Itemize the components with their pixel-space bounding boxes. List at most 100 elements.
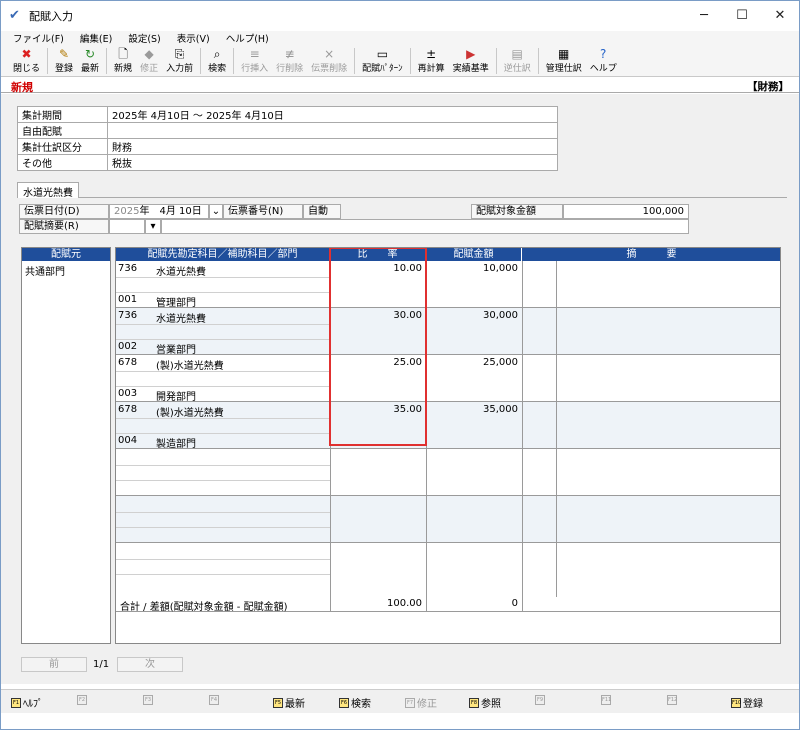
dest-grid: 配賦先勘定科目／補助科目／部門 比 率 配賦金額 摘 要 736 水道光熱費 0… bbox=[115, 247, 781, 644]
prev-input-icon: ⎘ bbox=[174, 47, 185, 61]
dept-code: 003 bbox=[118, 388, 138, 399]
row-divider bbox=[116, 480, 330, 481]
dept-name: 開発部門 bbox=[156, 392, 196, 403]
prev-input-button[interactable]: ⎘ 入力前 bbox=[162, 45, 197, 76]
row-divider bbox=[116, 527, 330, 528]
help-button[interactable]: ? ヘルプ bbox=[586, 45, 621, 76]
dept-name: 営業部門 bbox=[156, 345, 196, 356]
summary-list-button[interactable]: ▾ bbox=[145, 219, 161, 234]
actual-button[interactable]: ▶ 実績基準 bbox=[449, 45, 493, 76]
column-divider bbox=[522, 261, 523, 598]
function-key-bar: F1 ﾍﾙﾌﾟ F2 F3 F4 F5 最新 F6 検索 F7 修正 F8 参照 F9 F… bbox=[1, 689, 799, 713]
close-button[interactable]: ✖ 閉じる bbox=[9, 45, 44, 76]
new-button[interactable]: 🗋 新規 bbox=[110, 45, 136, 76]
summary-text-field[interactable] bbox=[161, 219, 689, 234]
tab-utilities[interactable]: 水道光熱費 bbox=[17, 182, 79, 199]
f8-reference-key[interactable]: F8 参照 bbox=[469, 695, 501, 710]
minimize-button[interactable]: ─ bbox=[685, 1, 723, 31]
dest-header: 配賦先勘定科目／補助科目／部門 bbox=[116, 248, 330, 261]
recalc-button[interactable]: ± 再計算 bbox=[414, 45, 449, 76]
target-amount-value: 100,000 bbox=[563, 204, 689, 219]
column-divider bbox=[426, 597, 427, 612]
row-divider bbox=[116, 386, 330, 387]
f11-key[interactable]: F11 bbox=[601, 695, 613, 705]
menu-view[interactable]: 表示(V) bbox=[177, 31, 210, 45]
tab-strip: 水道光熱費 bbox=[17, 182, 787, 199]
f1-help-key[interactable]: F1 ﾍﾙﾌﾟ bbox=[11, 695, 43, 710]
dept-code: 001 bbox=[118, 294, 138, 305]
edit-button[interactable]: ◆ 修正 bbox=[136, 45, 162, 76]
date-dropdown-button[interactable]: ⌄ bbox=[209, 204, 223, 219]
info-table: 集計期間 2025年 4月10日 ～ 2025年 4月10日 自由配賦 集計仕訳区… bbox=[17, 106, 558, 171]
slip-delete-button[interactable]: × 伝票削除 bbox=[307, 45, 351, 76]
f7-key-icon: F7 bbox=[405, 697, 415, 708]
f4-key[interactable]: F4 bbox=[209, 695, 221, 705]
manage-button[interactable]: ▦ 管理仕訳 bbox=[542, 45, 586, 76]
maximize-button[interactable]: ☐ bbox=[723, 1, 761, 31]
page-indicator: 1/1 bbox=[93, 659, 110, 670]
info-row: 自由配賦 bbox=[17, 122, 558, 139]
row-insert-button[interactable]: ≡ 行挿入 bbox=[237, 45, 272, 76]
toolbar-separator bbox=[354, 48, 356, 74]
slip-no-label: 伝票番号(N) bbox=[223, 204, 303, 219]
toolbar-separator bbox=[409, 48, 411, 74]
total-amount: 0 bbox=[511, 598, 518, 609]
row-divider bbox=[116, 574, 330, 575]
row-divider bbox=[116, 324, 330, 325]
f6-search-key[interactable]: F6 検索 bbox=[339, 695, 371, 710]
close-window-button[interactable]: ✕ bbox=[761, 1, 799, 31]
reverse-button[interactable]: ▤ 逆仕訳 bbox=[500, 45, 535, 76]
ratio-highlight-box bbox=[329, 248, 427, 446]
date-field[interactable]: 2025年 4月 10日 bbox=[109, 204, 209, 219]
actual-icon: ▶ bbox=[466, 47, 476, 61]
edit-icon: ◆ bbox=[144, 47, 154, 61]
menu-settings[interactable]: 設定(S) bbox=[128, 31, 160, 45]
refresh-button[interactable]: ↻ 最新 bbox=[77, 45, 103, 76]
table-row[interactable] bbox=[116, 543, 780, 598]
f9-key[interactable]: F9 bbox=[535, 695, 547, 705]
dept-code: 004 bbox=[118, 435, 138, 446]
pattern-button[interactable]: ▭ 配賦ﾊﾟﾀｰﾝ bbox=[358, 45, 407, 76]
column-divider bbox=[330, 597, 331, 612]
memo-header: 摘 要 bbox=[522, 248, 780, 261]
save-icon: ✎ bbox=[58, 47, 70, 61]
app-icon: ✔ bbox=[9, 8, 20, 23]
next-page-button[interactable]: 次 bbox=[117, 657, 183, 672]
row-divider bbox=[116, 512, 330, 513]
account-name: (製)水道光熱費 bbox=[156, 361, 224, 372]
prev-page-button[interactable]: 前 bbox=[21, 657, 87, 672]
amount-header: 配賦金額 bbox=[426, 248, 522, 261]
menu-file[interactable]: ファイル(F) bbox=[13, 31, 64, 45]
f2-key-icon: F2 bbox=[77, 695, 87, 705]
f5-refresh-key[interactable]: F5 最新 bbox=[273, 695, 305, 710]
f3-key[interactable]: F3 bbox=[143, 695, 155, 705]
table-row[interactable] bbox=[116, 449, 780, 496]
mode-indicator: 新規 bbox=[11, 81, 33, 94]
menu-help[interactable]: ヘルプ(H) bbox=[226, 31, 269, 45]
dept-name: 製造部門 bbox=[156, 439, 196, 450]
amount-value: 35,000 bbox=[483, 404, 518, 415]
summary-label: 配賦摘要(R) bbox=[19, 219, 109, 234]
source-header: 配賦元 bbox=[22, 248, 110, 261]
amount-value: 10,000 bbox=[483, 263, 518, 274]
menu-edit[interactable]: 編集(E) bbox=[80, 31, 112, 45]
row-divider bbox=[116, 559, 330, 560]
f2-key[interactable]: F2 bbox=[77, 695, 89, 705]
row-delete-button[interactable]: ≢ 行削除 bbox=[272, 45, 307, 76]
summary-code-field[interactable] bbox=[109, 219, 145, 234]
reverse-icon: ▤ bbox=[511, 47, 523, 61]
toolbar-separator bbox=[200, 48, 202, 74]
amount-value: 30,000 bbox=[483, 310, 518, 321]
save-button[interactable]: ✎ 登録 bbox=[51, 45, 77, 76]
f6-key-icon: F6 bbox=[339, 697, 349, 708]
f10-save-key[interactable]: F10 登録 bbox=[731, 695, 763, 710]
info-row: 集計仕訳区分 財務 bbox=[17, 138, 558, 155]
f7-edit-key[interactable]: F7 修正 bbox=[405, 695, 437, 710]
f12-key[interactable]: F12 bbox=[667, 695, 679, 705]
table-row[interactable] bbox=[116, 496, 780, 543]
menu-bar: ファイル(F) 編集(E) 設定(S) 表示(V) ヘルプ(H) bbox=[1, 31, 799, 45]
f9-key-icon: F9 bbox=[535, 695, 545, 705]
dept-code: 002 bbox=[118, 341, 138, 352]
total-ratio: 100.00 bbox=[387, 598, 422, 609]
search-button[interactable]: ⌕ 検索 bbox=[204, 45, 230, 76]
